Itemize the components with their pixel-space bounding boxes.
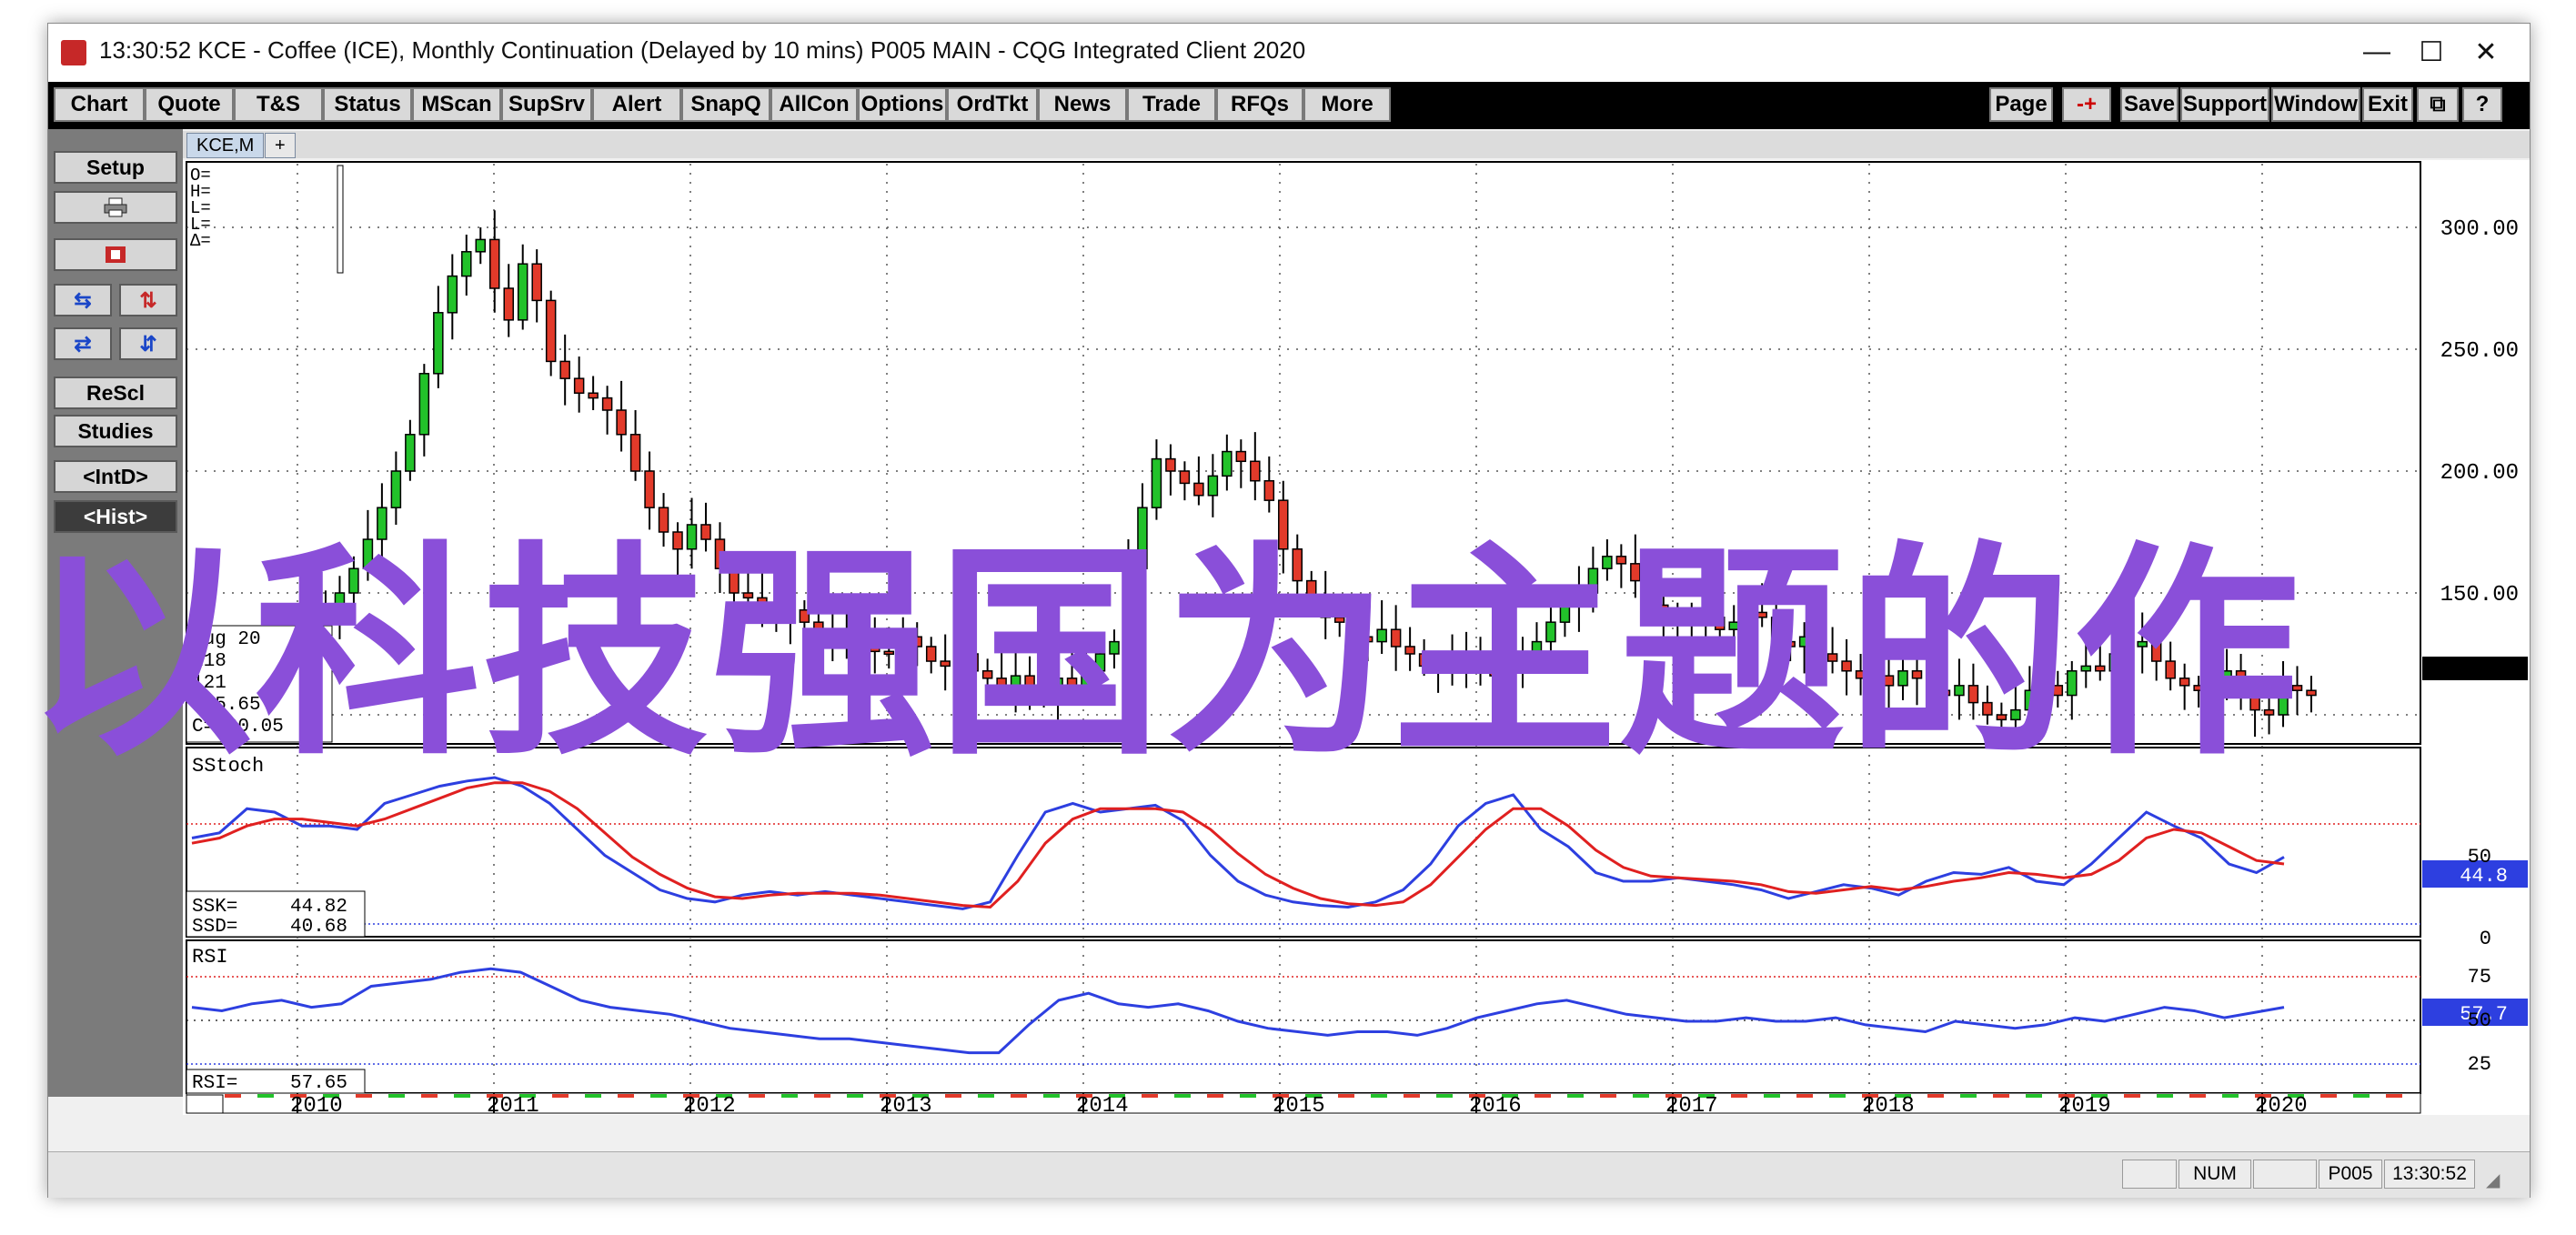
- toolbar-save-button[interactable]: Save: [2120, 87, 2179, 122]
- year-2018: 2018: [1862, 1094, 1915, 1115]
- year-2012: 2012: [683, 1094, 736, 1115]
- ssd-label: SSD=: [192, 917, 237, 938]
- toolbar-page-button[interactable]: Page: [1989, 87, 2053, 122]
- add-tab-button[interactable]: +: [265, 133, 296, 158]
- rsi-pane[interactable]: [186, 939, 2421, 1094]
- toolbar-mscan-button[interactable]: MScan: [412, 87, 501, 122]
- ssd-value: 40.68: [290, 917, 347, 938]
- stoch-axis-0: 0: [2480, 928, 2491, 950]
- expand-icon: ⇵: [139, 331, 157, 356]
- ohlc-marker: [337, 165, 344, 274]
- toolbar-help-button[interactable]: ?: [2462, 87, 2502, 122]
- rsi-axis-50: 50: [2468, 1009, 2491, 1032]
- intraday-button[interactable]: <IntD>: [54, 460, 177, 493]
- toolbar-exit-button[interactable]: Exit: [2362, 87, 2413, 122]
- status-empty-2: [2253, 1160, 2317, 1189]
- cqg-app-icon: [61, 40, 86, 65]
- scroll-left-right-button[interactable]: ⇆: [54, 284, 112, 316]
- toolbar-ordtkt-button[interactable]: OrdTkt: [947, 87, 1038, 122]
- status-time: 13:30:52: [2384, 1160, 2475, 1189]
- toolbar-status-button[interactable]: Status: [323, 87, 412, 122]
- rescale-button[interactable]: ReScl: [54, 377, 177, 409]
- stoch-axis-50: 50: [2468, 846, 2491, 869]
- toolbar-alert-button[interactable]: Alert: [592, 87, 681, 122]
- toolbar-chart-button[interactable]: Chart: [54, 87, 145, 122]
- ohlc-delta: Δ=: [190, 231, 211, 251]
- minimize-button[interactable]: —: [2348, 31, 2406, 73]
- tab-kce-monthly[interactable]: KCE,M: [186, 133, 265, 158]
- reset-icon: [106, 246, 126, 263]
- rsi-axis-75: 75: [2468, 966, 2491, 989]
- window-title: 13:30:52 KCE - Coffee (ICE), Monthly Con…: [99, 36, 1306, 64]
- toolbar-more-button[interactable]: More: [1303, 87, 1391, 122]
- rsi-title: RSI: [192, 946, 228, 969]
- toolbar-news-button[interactable]: News: [1038, 87, 1127, 122]
- price-axis-300: 300.00: [2440, 217, 2519, 242]
- reset-button[interactable]: [54, 238, 177, 271]
- ssk-value: 44.82: [290, 897, 347, 918]
- chart-tab-strip: KCE,M +: [183, 131, 2530, 158]
- year-2019: 2019: [2058, 1094, 2111, 1115]
- printer-icon: [104, 197, 127, 217]
- toolbar-window-button[interactable]: Window: [2271, 87, 2360, 122]
- rsi-value: 57.65: [290, 1073, 347, 1094]
- year-2016: 2016: [1469, 1094, 1522, 1115]
- year-2011: 2011: [487, 1094, 539, 1115]
- scroll-up-down-button[interactable]: ⇅: [119, 284, 177, 316]
- rsi-label: RSI=: [192, 1073, 237, 1094]
- title-bar: 13:30:52 KCE - Coffee (ICE), Monthly Con…: [48, 24, 2530, 82]
- toolbar-allcon-button[interactable]: AllCon: [770, 87, 858, 122]
- year-2015: 2015: [1273, 1094, 1325, 1115]
- price-axis-250: 250.00: [2440, 339, 2519, 364]
- rsi-axis-25: 25: [2468, 1053, 2491, 1076]
- time-axis-corner: [186, 1094, 224, 1114]
- status-empty: [2122, 1160, 2177, 1189]
- year-2020: 2020: [2255, 1094, 2308, 1115]
- toolbar-rfqs-button[interactable]: RFQs: [1216, 87, 1303, 122]
- year-2014: 2014: [1076, 1094, 1129, 1115]
- year-2017: 2017: [1665, 1094, 1718, 1115]
- resize-grip-icon[interactable]: ◢: [2486, 1169, 2508, 1190]
- studies-button[interactable]: Studies: [54, 415, 177, 447]
- toolbar-trade-button[interactable]: Trade: [1127, 87, 1216, 122]
- status-bar: NUM P005 13:30:52 ◢: [48, 1151, 2530, 1198]
- toolbar-support-button[interactable]: Support: [2180, 87, 2269, 122]
- year-2013: 2013: [880, 1094, 932, 1115]
- close-button[interactable]: ✕: [2457, 31, 2515, 73]
- maximize-button[interactable]: ☐: [2402, 31, 2460, 73]
- print-button[interactable]: [54, 191, 177, 224]
- overlay-caption: 以科技强国为主题的作: [27, 524, 2301, 786]
- expand-button[interactable]: ⇵: [119, 327, 177, 360]
- compress-icon: ⇄: [74, 331, 92, 356]
- arrows-vertical-icon: ⇅: [139, 287, 157, 312]
- arrows-horizontal-icon: ⇆: [74, 287, 92, 312]
- status-num: NUM: [2179, 1160, 2251, 1189]
- toolbar-plusminus-button[interactable]: -+: [2062, 87, 2111, 122]
- toolbar-quote-button[interactable]: Quote: [145, 87, 234, 122]
- toolbar-restore-icon[interactable]: ⧉: [2417, 87, 2459, 122]
- compress-button[interactable]: ⇄: [54, 327, 112, 360]
- toolbar-snapq-button[interactable]: SnapQ: [681, 87, 770, 122]
- status-page: P005: [2319, 1160, 2382, 1189]
- year-2010: 2010: [290, 1094, 343, 1115]
- toolbar-ts-button[interactable]: T&S: [234, 87, 323, 122]
- ssk-label: SSK=: [192, 897, 237, 918]
- toolbar-options-button[interactable]: Options: [858, 87, 947, 122]
- toolbar-supsrv-button[interactable]: SupSrv: [501, 87, 592, 122]
- setup-button[interactable]: Setup: [54, 151, 177, 184]
- price-axis-200: 200.00: [2440, 461, 2519, 486]
- main-toolbar: Chart Quote T&S Status MScan SupSrv Aler…: [48, 82, 2530, 129]
